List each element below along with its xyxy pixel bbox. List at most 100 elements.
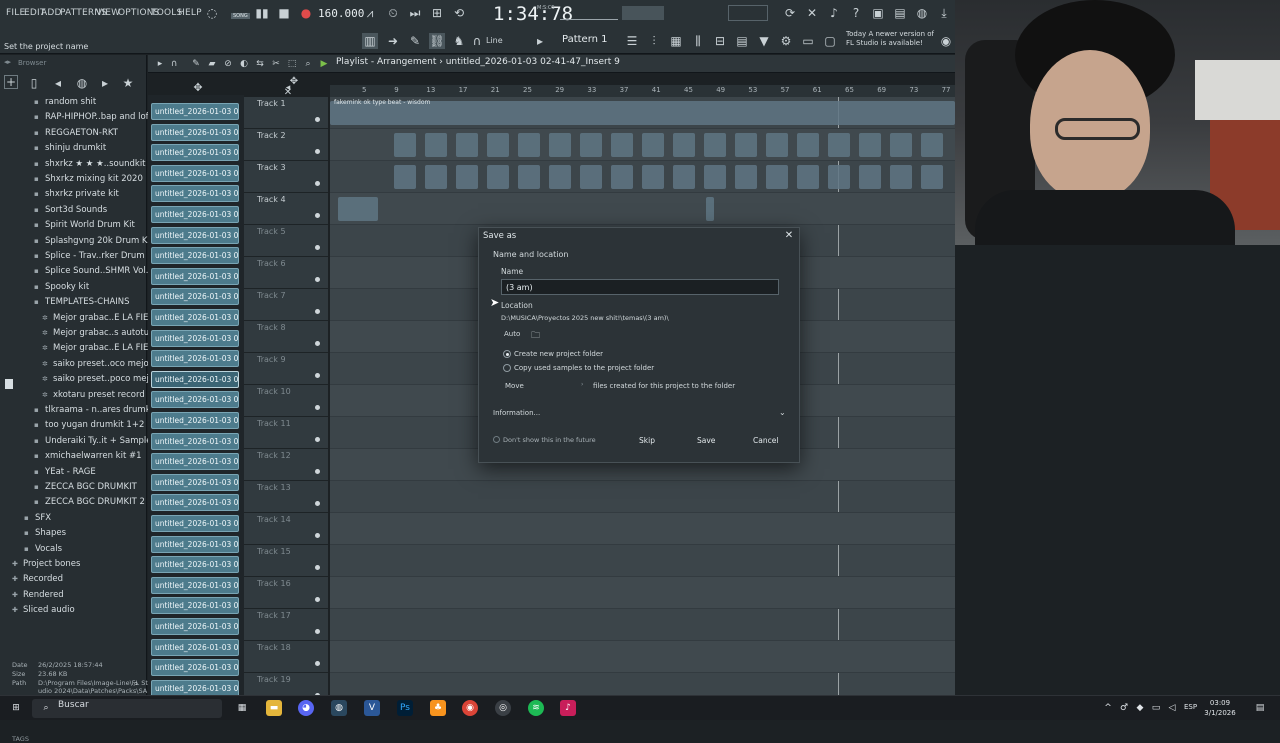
track-lane[interactable] — [330, 193, 955, 225]
wait-input-icon[interactable]: ⏲ — [385, 5, 401, 21]
track-mute-dot[interactable] — [315, 277, 320, 282]
track-4-audio-clip[interactable] — [338, 197, 378, 221]
track-3-audio-clip[interactable] — [518, 165, 540, 189]
track-mute-dot[interactable] — [315, 469, 320, 474]
browser-item[interactable]: ▪ random shit — [34, 97, 96, 107]
speaker-icon[interactable]: ◍ — [74, 75, 90, 91]
slip-tool-icon[interactable]: ⇆ — [252, 56, 268, 72]
metronome-icon[interactable]: ⩘ — [362, 5, 378, 21]
copy-samples-radio[interactable] — [503, 364, 511, 372]
track-mute-dot[interactable] — [315, 181, 320, 186]
close-icon[interactable]: ✕ — [783, 230, 795, 242]
audio-clip-item[interactable]: untitled_2026-01-03 02- — [151, 515, 239, 532]
browser-item[interactable]: ▪ SFX — [24, 513, 51, 523]
browser-item[interactable]: ▪ Sort3d Sounds — [34, 205, 107, 215]
tags-label[interactable]: TAGS — [12, 735, 29, 743]
track-header[interactable]: Track 6 — [244, 257, 328, 289]
file-icon[interactable]: ▯ — [26, 75, 42, 91]
photoshop-icon[interactable]: Ps — [397, 700, 413, 716]
project-name-input[interactable] — [501, 279, 779, 295]
track-lane[interactable] — [330, 641, 955, 673]
browser-item[interactable]: ▪ Splashgvng 20k Drum Kit — [34, 236, 153, 246]
cancel-button[interactable]: Cancel — [749, 434, 782, 447]
track-lane[interactable] — [330, 577, 955, 609]
track-lane[interactable] — [330, 545, 955, 577]
online-icon[interactable]: ◉ — [938, 33, 954, 49]
audio-clip-item[interactable]: untitled_2026-01-03 02- — [151, 144, 239, 162]
track-header[interactable]: Track 10 — [244, 385, 328, 417]
audio-clip-item[interactable]: untitled_2026-01-03 02- — [151, 412, 239, 429]
play-button-icon[interactable]: ▮▮ — [254, 5, 270, 21]
browser-item[interactable]: ▪ TEMPLATES-CHAINS — [34, 297, 130, 307]
track-header[interactable]: Track 12 — [244, 449, 328, 481]
tray-overflow-icon[interactable]: ^ — [1100, 700, 1116, 716]
browser-item[interactable]: ▪ shxrkz ★ ★ ★..soundkit — [34, 159, 146, 169]
track-mute-dot[interactable] — [315, 565, 320, 570]
create-folder-radio[interactable] — [503, 350, 511, 358]
track-2-audio-clip[interactable] — [518, 133, 540, 157]
audio-clip-item[interactable]: untitled_2026-01-03 02- — [151, 597, 239, 615]
audio-clip-item[interactable]: untitled_2026-01-03 02- — [151, 535, 239, 553]
track-3-audio-clip[interactable] — [611, 165, 633, 189]
network-icon[interactable]: ▭ — [1148, 700, 1164, 716]
track-header[interactable]: Track 18 — [244, 641, 328, 673]
audio-clip-item[interactable]: untitled_2026-01-03 02- — [151, 370, 239, 388]
track-3-audio-clip[interactable] — [673, 165, 695, 189]
track-mute-dot[interactable] — [315, 597, 320, 602]
track-header[interactable]: Track 14 — [244, 513, 328, 545]
draw-icon[interactable]: ✎ — [407, 33, 423, 49]
track-header[interactable]: Track 16 — [244, 577, 328, 609]
song-mode-label[interactable]: SONG — [231, 13, 250, 19]
move-dropdown-arrow-icon[interactable]: › — [581, 381, 583, 388]
track-2-audio-clip[interactable] — [859, 133, 881, 157]
audio-clip-item[interactable]: untitled_2026-01-03 02- — [151, 391, 239, 409]
track-2-audio-clip[interactable] — [704, 133, 726, 157]
track-mute-dot[interactable] — [315, 373, 320, 378]
track-header[interactable]: Track 7 — [244, 289, 328, 321]
channel-rack-icon[interactable]: ⫶ — [646, 33, 662, 49]
browser-item[interactable]: ✲ Mejor grabac..E LA FIESTA — [42, 313, 164, 323]
audio-clip-item[interactable]: untitled_2026-01-03 02- — [151, 494, 239, 512]
track-mute-dot[interactable] — [315, 213, 320, 218]
track-header[interactable]: Track 17 — [244, 609, 328, 641]
fl-studio-icon[interactable]: ♣ — [430, 700, 446, 716]
audio-clip-item[interactable]: untitled_2026-01-03 02- — [151, 556, 239, 574]
browser-item[interactable]: ▪ REGGAETON-RKT — [34, 128, 118, 138]
browser-item[interactable]: ▪ too yugan drumkit 1+2 — [34, 420, 144, 430]
favorite-icon[interactable]: ★ — [120, 75, 136, 91]
browser-item[interactable]: ✲ saiko preset..oco mejor v2 — [42, 359, 165, 369]
countdown-icon[interactable]: ⏭ — [407, 5, 423, 21]
audio-clip-item[interactable]: untitled_2026-01-03 02- — [151, 103, 239, 120]
track-mute-dot[interactable] — [315, 341, 320, 346]
track-3-audio-clip[interactable] — [456, 165, 478, 189]
taskbar-search-text[interactable]: Buscar — [58, 700, 89, 710]
browser-item[interactable]: ✚ Project bones — [12, 559, 80, 569]
track-mute-dot[interactable] — [315, 405, 320, 410]
track-2-audio-clip[interactable] — [611, 133, 633, 157]
track-4-audio-clip[interactable] — [706, 197, 714, 221]
refresh-icon[interactable]: ⟳ — [782, 5, 798, 21]
create-folder-label[interactable]: Create new project folder — [514, 350, 603, 358]
track-header[interactable]: Track 8 — [244, 321, 328, 353]
tools-icon[interactable]: ✕ — [804, 5, 820, 21]
stamp-icon[interactable]: ♞ — [451, 33, 467, 49]
pat-song-toggle-icon[interactable]: ◌ — [204, 5, 220, 21]
pattern-arrow-icon[interactable]: ▸ — [532, 33, 548, 49]
audio-clip-item[interactable]: untitled_2026-01-03 02- — [151, 618, 239, 635]
language-indicator[interactable]: ESP — [1184, 703, 1197, 711]
playback-icon[interactable]: ▶ — [316, 56, 332, 72]
download-icon[interactable]: ⤓ — [936, 5, 952, 21]
track-mute-dot[interactable] — [315, 149, 320, 154]
browser-item[interactable]: ▪ ZECCA BGC DRUMKIT 2 — [34, 497, 145, 507]
track-3-audio-clip[interactable] — [642, 165, 664, 189]
track-3-audio-clip[interactable] — [766, 165, 788, 189]
chrome-icon[interactable]: ◉ — [462, 700, 478, 716]
audio-clip-item[interactable]: untitled_2026-01-03 02- — [151, 432, 239, 450]
touch-keyboard-icon[interactable]: ▼ — [756, 33, 772, 49]
skip-button[interactable]: Skip — [635, 434, 659, 447]
track-2-audio-clip[interactable] — [456, 133, 478, 157]
browser-item[interactable]: ▪ tlkraama - n..ares drumkit — [34, 405, 156, 415]
blend-notes-icon[interactable]: ⊞ — [429, 5, 445, 21]
audio-clip-item[interactable]: untitled_2026-01-03 02- — [151, 453, 239, 471]
browser-item[interactable]: ▪ Splice - Trav..rker Drum Kit — [34, 251, 159, 261]
